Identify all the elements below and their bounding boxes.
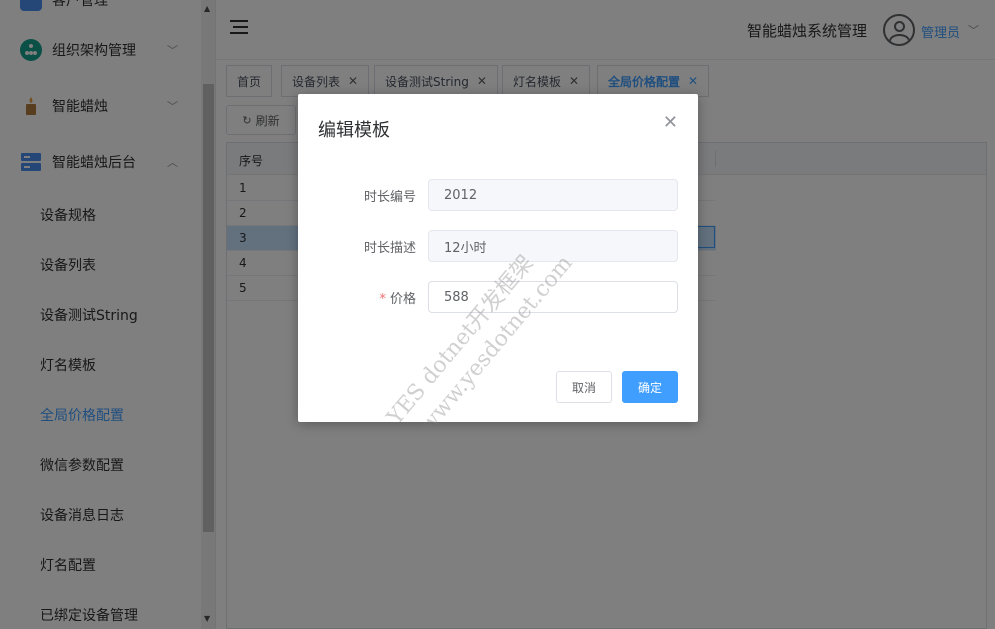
form-row-duration-desc: 时长描述 [298,230,698,262]
required-asterisk: * [379,292,386,307]
duration-code-label: 时长编号 [363,190,416,205]
confirm-button[interactable]: 确定 [622,371,678,403]
cancel-button[interactable]: 取消 [556,371,612,403]
price-label: * 价格 [379,288,416,307]
duration-desc-label: 时长描述 [363,241,416,256]
close-icon[interactable]: ✕ [663,112,678,133]
edit-template-dialog: 编辑模板 ✕ 时长编号 时长描述 *价格 取消 确定 [298,94,698,422]
form-row-duration-code: 时长编号 [298,179,698,211]
duration-desc-field [428,230,678,262]
dialog-title: 编辑模板 [318,120,390,141]
price-field[interactable] [428,281,678,313]
duration-code-field [428,179,678,211]
form-row-price: * 价格 [298,281,698,313]
price-label-text: 价格 [389,292,416,307]
